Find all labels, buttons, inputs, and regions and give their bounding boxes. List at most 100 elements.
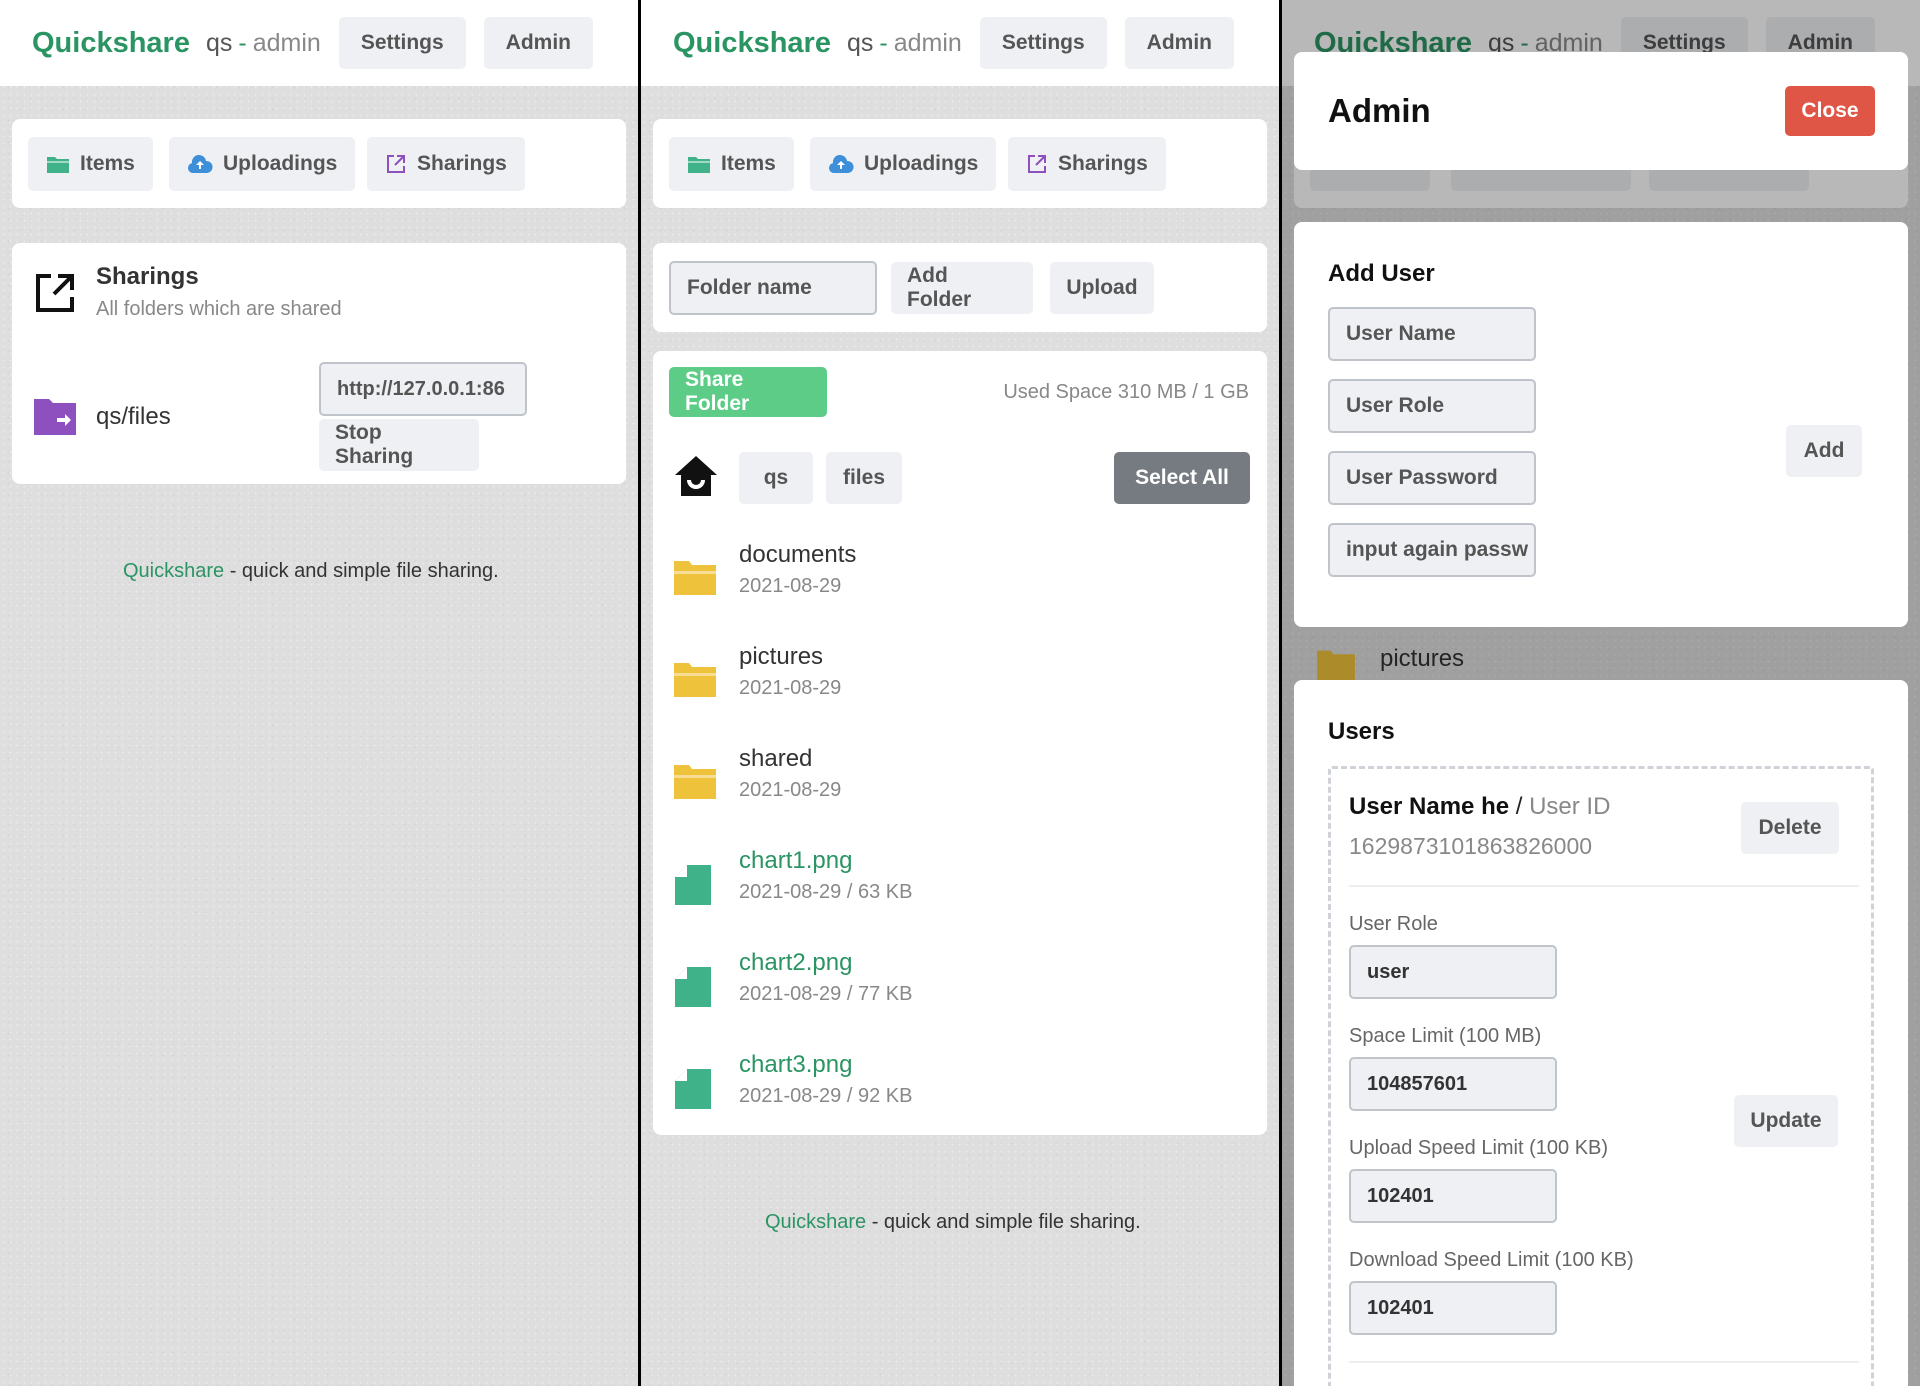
item-name[interactable]: chart2.png — [739, 949, 852, 977]
user-name-input[interactable]: User Name — [1328, 307, 1536, 361]
folder-icon — [674, 561, 716, 595]
cloud-upload-icon — [828, 154, 854, 173]
admin-view: Quickshare qs - admin Settings Admin pictu… — [1282, 0, 1920, 1386]
user-header: User Name he / User ID — [1349, 793, 1610, 821]
tab-sharings[interactable]: Sharings — [1008, 137, 1166, 191]
users-card: Users User Name he / User ID 16298731018… — [1294, 680, 1908, 1386]
file-list-card: Share Folder Used Space 310 MB / 1 GB qs… — [653, 351, 1267, 1135]
select-all-button[interactable]: Select All — [1114, 452, 1250, 504]
folder-name-input[interactable]: Folder name — [669, 261, 877, 315]
row-divider — [1349, 1361, 1859, 1363]
footer-brand[interactable]: Quickshare — [123, 560, 224, 582]
user-entry-name: User Name he — [1349, 793, 1510, 820]
password-confirm-input[interactable]: input again passw — [1328, 523, 1536, 577]
item-name[interactable]: pictures — [739, 643, 823, 671]
role-input[interactable]: user — [1349, 945, 1557, 999]
delete-user-button[interactable]: Delete — [1741, 802, 1839, 854]
download-limit-input[interactable]: 102401 — [1349, 1281, 1557, 1335]
tab-items-label: Items — [80, 152, 135, 175]
home-icon[interactable] — [673, 454, 719, 498]
tab-uploadings[interactable]: Uploadings — [169, 137, 356, 191]
upload-limit-label: Upload Speed Limit (100 KB) — [1349, 1137, 1609, 1159]
user-role-input[interactable]: User Role — [1328, 379, 1536, 433]
item-name[interactable]: documents — [739, 541, 856, 569]
row-divider — [1349, 885, 1859, 887]
breadcrumb-files[interactable]: files — [826, 452, 902, 504]
admin-modal-header: Admin Close — [1294, 52, 1908, 170]
brand-logo[interactable]: Quickshare — [673, 27, 831, 60]
footer-brand[interactable]: Quickshare — [765, 1211, 866, 1233]
share-folder-button[interactable]: Share Folder — [669, 367, 827, 417]
used-space: Used Space 310 MB / 1 GB — [1003, 381, 1249, 403]
list-item[interactable]: documents 2021-08-29 — [673, 537, 1253, 627]
brand-logo[interactable]: Quickshare — [32, 27, 190, 60]
user-name: qs — [205, 28, 233, 57]
footer-text: - quick and simple file sharing. — [866, 1211, 1141, 1233]
shared-folder-name[interactable]: qs/files — [96, 403, 171, 431]
sharings-title: Sharings — [96, 263, 199, 290]
add-user-card: Add User User Name User Role User Passwo… — [1294, 222, 1908, 627]
tab-sharings-label: Sharings — [1058, 152, 1148, 175]
item-meta: 2021-08-29 — [739, 575, 842, 597]
tab-uploadings-label: Uploadings — [864, 152, 979, 175]
tab-items-label: Items — [721, 152, 776, 175]
user-role: admin — [252, 28, 321, 57]
folder-icon — [674, 765, 716, 799]
upload-button[interactable]: Upload — [1050, 262, 1154, 314]
item-name[interactable]: shared — [739, 745, 812, 773]
space-limit-input[interactable]: 104857601 — [1349, 1057, 1557, 1111]
items-view: Quickshare qs - admin Settings Admin Items… — [641, 0, 1279, 1386]
shared-folder-icon — [34, 399, 76, 435]
list-item[interactable]: shared 2021-08-29 — [673, 741, 1253, 831]
stop-sharing-button[interactable]: Stop Sharing — [319, 419, 479, 471]
list-item[interactable]: chart2.png 2021-08-29 / 77 KB — [673, 945, 1253, 1035]
list-item[interactable]: pictures 2021-08-29 — [673, 639, 1253, 729]
user-info: qs - admin — [847, 29, 962, 58]
separator: - — [879, 28, 888, 57]
close-button[interactable]: Close — [1785, 86, 1875, 136]
list-item[interactable]: chart1.png 2021-08-29 / 63 KB — [673, 843, 1253, 933]
list-item[interactable]: chart3.png 2021-08-29 / 92 KB — [673, 1047, 1253, 1137]
footer: Quickshare - quick and simple file shari… — [765, 1211, 1141, 1234]
footer: Quickshare - quick and simple file shari… — [123, 560, 499, 583]
user-entry: User Name he / User ID 16298731018638260… — [1328, 766, 1874, 1386]
footer-text: - quick and simple file sharing. — [224, 560, 499, 582]
user-name: qs — [846, 28, 874, 57]
tab-bar: Items Uploadings Sharings — [653, 119, 1267, 208]
tab-items[interactable]: Items — [28, 137, 153, 191]
file-icon — [675, 967, 711, 1007]
tab-uploadings-label: Uploadings — [223, 152, 338, 175]
users-title: Users — [1328, 718, 1395, 745]
item-meta: 2021-08-29 / 92 KB — [739, 1085, 913, 1107]
tab-items[interactable]: Items — [669, 137, 794, 191]
separator: - — [238, 28, 247, 57]
admin-button[interactable]: Admin — [483, 17, 593, 69]
add-user-title: Add User — [1328, 260, 1435, 287]
sharings-card: Sharings All folders which are shared qs… — [12, 243, 626, 484]
share-link-field[interactable]: http://127.0.0.1:86 — [319, 362, 527, 416]
tab-uploadings[interactable]: Uploadings — [810, 137, 997, 191]
upload-limit-input[interactable]: 102401 — [1349, 1169, 1557, 1223]
item-meta: 2021-08-29 — [739, 779, 842, 801]
item-meta: 2021-08-29 / 63 KB — [739, 881, 913, 903]
item-name[interactable]: chart3.png — [739, 1051, 852, 1079]
breadcrumb-qs[interactable]: qs — [739, 452, 813, 504]
user-id-value: 1629873101863826000 — [1349, 833, 1593, 859]
download-limit-label: Download Speed Limit (100 KB) — [1349, 1249, 1634, 1271]
file-icon — [675, 1069, 711, 1109]
folder-icon — [674, 663, 716, 697]
cloud-upload-icon — [187, 154, 213, 173]
user-id-label: User ID — [1529, 793, 1611, 820]
settings-button[interactable]: Settings — [979, 17, 1107, 69]
top-bar: Quickshare qs - admin Settings Admin — [0, 0, 638, 86]
item-name[interactable]: chart1.png — [739, 847, 852, 875]
sharings-subtitle: All folders which are shared — [96, 298, 342, 320]
external-link-icon — [387, 155, 405, 173]
tab-sharings[interactable]: Sharings — [367, 137, 525, 191]
update-user-button[interactable]: Update — [1734, 1095, 1838, 1147]
user-password-input[interactable]: User Password — [1328, 451, 1536, 505]
add-folder-button[interactable]: Add Folder — [891, 262, 1033, 314]
settings-button[interactable]: Settings — [338, 17, 466, 69]
add-user-button[interactable]: Add — [1786, 425, 1862, 477]
admin-button[interactable]: Admin — [1124, 17, 1234, 69]
